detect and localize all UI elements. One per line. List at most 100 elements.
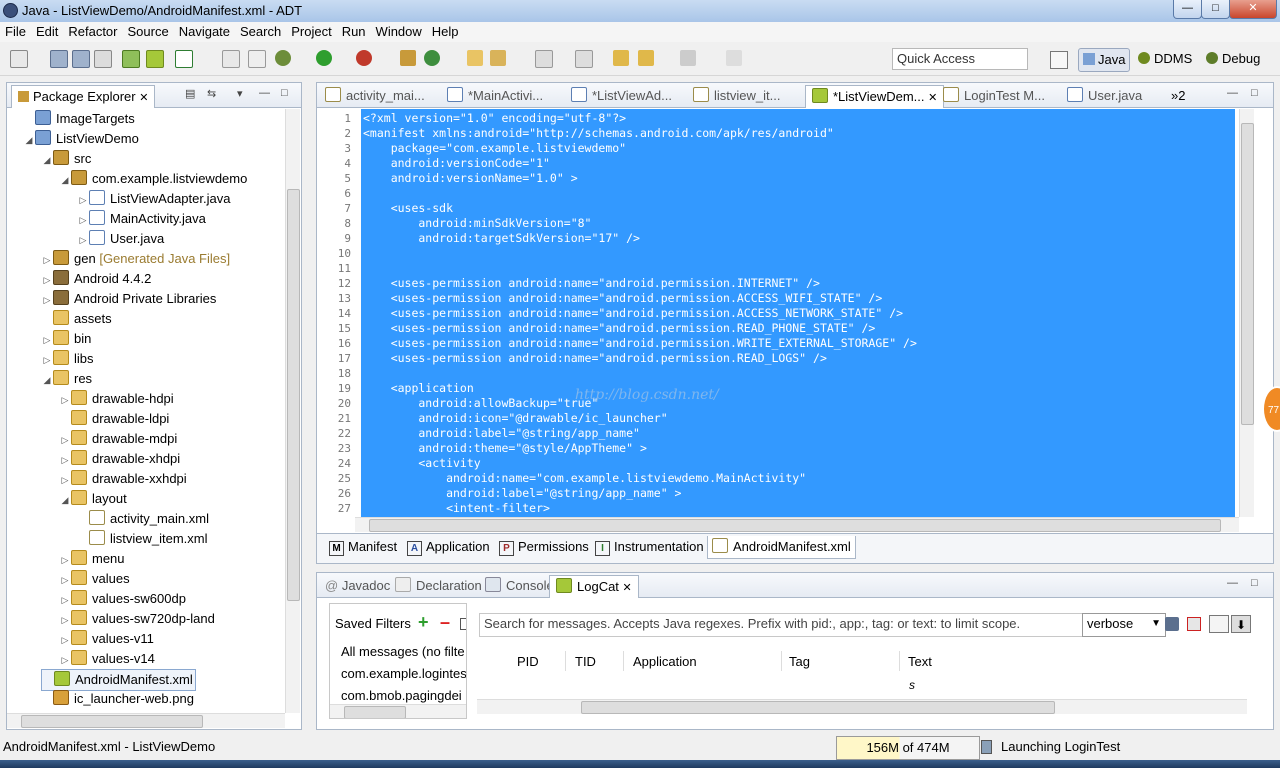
editor-horizontal-scrollbar[interactable] [355,517,1239,532]
menu-search[interactable]: Search [235,22,286,42]
menu-source[interactable]: Source [123,22,174,42]
quick-access-input[interactable]: Quick Access [892,48,1028,70]
debug-icon[interactable] [275,50,291,66]
tree-node-activity-main-xml[interactable]: activity_main.xml [77,509,209,529]
lint-icon[interactable] [222,50,240,68]
tree-node-values[interactable]: ▷ values [59,569,130,589]
collapsed-arrow-icon[interactable]: ▷ [59,470,71,490]
tree-node-ic-launcher-web[interactable]: ic_launcher-web.png [41,689,194,709]
tab-permissions[interactable]: P Permissions [495,536,593,558]
collapsed-arrow-icon[interactable]: ▷ [59,570,71,590]
clear-log-icon[interactable] [1187,617,1201,631]
tab-javadoc[interactable]: @ Javadoc [319,575,396,597]
collapsed-arrow-icon[interactable]: ▷ [59,450,71,470]
collapsed-arrow-icon[interactable]: ▷ [59,650,71,670]
menu-refactor[interactable]: Refactor [63,22,122,42]
tab-declaration[interactable]: Declaration [389,575,488,597]
more-tabs-button[interactable]: »2 [1165,85,1191,107]
menu-navigate[interactable]: Navigate [174,22,235,42]
next-annotation-icon[interactable] [575,50,593,68]
tree-node-values-sw600dp[interactable]: ▷ values-sw600dp [59,589,186,609]
external-tools-icon[interactable] [356,50,372,66]
display-saved-filters-icon[interactable] [1209,615,1229,633]
save-all-icon[interactable] [72,50,90,68]
collapsed-arrow-icon[interactable]: ▷ [59,630,71,650]
tree-node-imagetargets[interactable]: ImageTargets [23,109,135,129]
tree-node-listviewadapter[interactable]: ▷ ListViewAdapter.java [77,189,230,209]
menu-help[interactable]: Help [427,22,464,42]
close-icon[interactable]: ✕ [928,92,937,104]
filter-pagingdemo[interactable]: com.bmob.pagingdei [341,688,462,703]
menu-edit[interactable]: Edit [31,22,63,42]
tree-node-android-442[interactable]: ▷ Android 4.4.2 [41,269,151,289]
pin-editor-icon[interactable] [726,50,742,66]
menu-window[interactable]: Window [371,22,427,42]
tab-user-java[interactable]: User.java [1061,85,1148,107]
skip-breakpoints-icon[interactable] [248,50,266,68]
filters-hscroll-thumb[interactable] [344,706,406,718]
remove-filter-icon[interactable]: – [440,612,450,633]
search-icon[interactable] [490,50,506,66]
perspective-java[interactable]: Java [1078,48,1131,72]
tab-console[interactable]: Console [479,575,560,597]
new-java-class-icon[interactable] [424,50,440,66]
minimize-button[interactable]: — [1173,0,1202,19]
tree-node-gen[interactable]: ▷ gen [Generated Java Files] [41,249,230,269]
logcat-search-input[interactable]: Search for messages. Accepts Java regexe… [479,613,1087,637]
tab-manifest[interactable]: M Manifest [325,536,401,558]
link-with-editor-icon[interactable]: ⇆ [207,87,216,100]
tree-node-private-libraries[interactable]: ▷ Android Private Libraries [41,289,216,309]
save-icon[interactable] [50,50,68,68]
print-icon[interactable] [94,50,112,68]
menu-run[interactable]: Run [337,22,371,42]
column-tid[interactable]: TID [575,654,596,669]
editor-scroll-thumb[interactable] [1241,123,1254,425]
tree-node-values-sw720dp-land[interactable]: ▷ values-sw720dp-land [59,609,215,629]
log-level-select[interactable]: verbose ▼ [1082,613,1166,637]
filters-hscroll[interactable] [330,704,466,718]
open-type-icon[interactable] [467,50,483,66]
minimize-view-icon[interactable]: — [259,87,270,99]
maximize-button[interactable]: □ [1201,0,1230,19]
collapsed-arrow-icon[interactable]: ▷ [41,330,53,350]
collapsed-arrow-icon[interactable]: ▷ [77,210,89,230]
trash-gc-icon[interactable] [981,740,992,754]
maximize-view-icon[interactable]: □ [1251,577,1258,589]
tree-node-values-v11[interactable]: ▷ values-v11 [59,629,154,649]
editor-hscroll-thumb[interactable] [369,519,1221,532]
tree-node-menu[interactable]: ▷ menu [59,549,125,569]
tab-androidmanifest[interactable]: *ListViewDem... ✕ [805,85,945,108]
checkbox-icon[interactable] [175,50,193,68]
minimize-view-icon[interactable]: — [1227,87,1238,99]
column-application[interactable]: Application [633,654,697,669]
collapsed-arrow-icon[interactable]: ▷ [77,190,89,210]
tree-node-drawable-mdpi[interactable]: ▷ drawable-mdpi [59,429,177,449]
tree-node-values-v14[interactable]: ▷ values-v14 [59,649,155,669]
filter-logintest[interactable]: com.example.logintes [341,666,466,681]
perspective-debug[interactable]: Debug [1206,48,1260,70]
tab-instrumentation[interactable]: I Instrumentation [591,536,708,558]
collapsed-arrow-icon[interactable]: ▷ [59,590,71,610]
download-icon[interactable] [122,50,140,68]
scroll-lock-icon[interactable]: ⬇ [1231,615,1251,633]
annotation-icon[interactable] [535,50,553,68]
forward-icon[interactable] [680,50,696,66]
heap-status[interactable]: 156M of 474M [836,736,980,760]
back-icon[interactable] [638,50,654,66]
explorer-hscroll-thumb[interactable] [21,715,203,728]
column-text[interactable]: Text [908,654,932,669]
run-icon[interactable] [316,50,332,66]
tree-node-libs[interactable]: ▷ libs [41,349,94,369]
menu-file[interactable]: File [0,22,31,42]
tab-mainactivity[interactable]: *MainActivi... [441,85,549,107]
save-log-icon[interactable] [1165,617,1179,631]
column-pid[interactable]: PID [517,654,539,669]
tab-androidmanifest-xml[interactable]: AndroidManifest.xml [707,536,856,559]
open-perspective-icon[interactable] [1050,51,1068,69]
filter-all-messages[interactable]: All messages (no filte [341,644,465,659]
new-java-package-icon[interactable] [400,50,416,66]
tree-node-user-java[interactable]: ▷ User.java [77,229,164,249]
tab-application[interactable]: A Application [403,536,494,558]
tab-logintest[interactable]: LoginTest M... [937,85,1051,107]
collapsed-arrow-icon[interactable]: ▷ [41,350,53,370]
